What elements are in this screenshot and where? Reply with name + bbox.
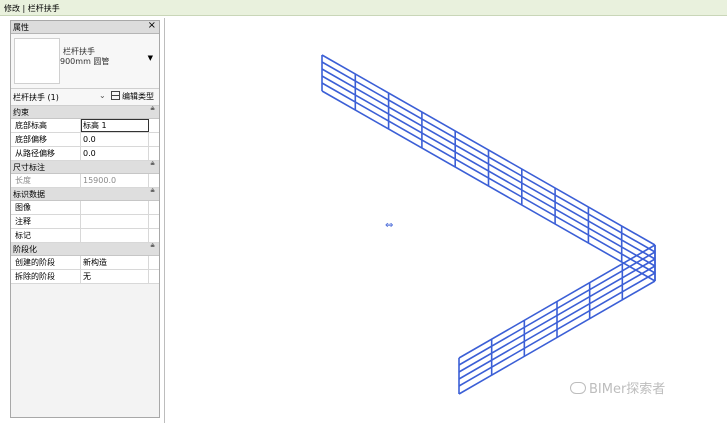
- watermark: BIMer探索者: [570, 378, 665, 397]
- base-level-field[interactable]: 标高 1: [81, 119, 149, 132]
- property-key: 注释: [11, 215, 81, 228]
- group-header-constraints[interactable]: 约束 ≗: [11, 106, 159, 119]
- properties-title: 属性: [13, 23, 29, 32]
- type-name: 900mm 圆管: [60, 57, 110, 66]
- property-row: 底部偏移 0.0: [11, 133, 159, 147]
- image-field[interactable]: [81, 201, 149, 214]
- group-label: 尺寸标注: [13, 163, 45, 172]
- group-label: 阶段化: [13, 245, 37, 254]
- group-header-identity-data[interactable]: 标识数据 ≗: [11, 188, 159, 201]
- collapse-icon[interactable]: ≗: [150, 243, 155, 250]
- group-header-phasing[interactable]: 阶段化 ≗: [11, 243, 159, 256]
- comments-field[interactable]: [81, 215, 149, 228]
- phase-demolished-field[interactable]: 无: [81, 270, 149, 283]
- property-row: 拆除的阶段 无: [11, 270, 159, 284]
- property-key: 底部偏移: [11, 133, 81, 146]
- property-key: 拆除的阶段: [11, 270, 81, 283]
- chevron-down-icon[interactable]: ⌄: [99, 91, 106, 100]
- path-offset-field[interactable]: 0.0: [81, 147, 149, 160]
- group-header-dimensions[interactable]: 尺寸标注 ≗: [11, 161, 159, 174]
- base-offset-field[interactable]: 0.0: [81, 133, 149, 146]
- property-key: 标记: [11, 229, 81, 242]
- property-row: 注释: [11, 215, 159, 229]
- contextual-tab-bar: 修改 | 栏杆扶手: [0, 0, 727, 16]
- properties-panel: 属性 × 栏杆扶手 900mm 圆管 ▼ 栏杆扶手 (1) ⌄ 编辑类型 约束 …: [10, 20, 160, 418]
- property-key: 创建的阶段: [11, 256, 81, 269]
- property-row: 从路径偏移 0.0: [11, 147, 159, 161]
- phase-created-field[interactable]: 新构造: [81, 256, 149, 269]
- type-preview-thumbnail: [14, 38, 60, 84]
- properties-grid: 约束 ≗ 底部标高 标高 1 底部偏移 0.0 从路径偏移 0.0 尺寸标注 ≗…: [11, 106, 159, 284]
- railing-model[interactable]: ⇔: [165, 18, 727, 423]
- watermark-text: BIMer探索者: [589, 382, 666, 397]
- group-label: 约束: [13, 108, 29, 117]
- length-value: 15900.0: [81, 174, 149, 187]
- close-icon[interactable]: ×: [148, 20, 156, 31]
- property-key: 底部标高: [11, 119, 81, 132]
- edit-type-button[interactable]: 编辑类型: [110, 91, 155, 102]
- edit-type-icon: [111, 91, 120, 100]
- properties-header: 属性 ×: [11, 20, 159, 34]
- edit-type-label: 编辑类型: [122, 92, 154, 101]
- drag-handle-icon[interactable]: ⇔: [385, 220, 393, 231]
- instance-filter-row: 栏杆扶手 (1) ⌄ 编辑类型: [11, 89, 159, 106]
- property-row: 图像: [11, 201, 159, 215]
- type-selector[interactable]: 栏杆扶手 900mm 圆管 ▼: [11, 34, 159, 89]
- property-row: 底部标高 标高 1: [11, 119, 159, 133]
- collapse-icon[interactable]: ≗: [150, 188, 155, 195]
- collapse-icon[interactable]: ≗: [150, 161, 155, 168]
- mark-field[interactable]: [81, 229, 149, 242]
- wechat-icon: [570, 382, 586, 394]
- property-row: 创建的阶段 新构造: [11, 256, 159, 270]
- property-key: 长度: [11, 174, 81, 187]
- group-label: 标识数据: [13, 190, 45, 199]
- property-key: 从路径偏移: [11, 147, 81, 160]
- contextual-tab-label: 修改 | 栏杆扶手: [4, 4, 60, 13]
- instance-filter-dropdown[interactable]: 栏杆扶手 (1): [13, 92, 59, 103]
- chevron-down-icon[interactable]: ▼: [148, 54, 153, 62]
- property-row: 长度 15900.0: [11, 174, 159, 188]
- property-row: 标记: [11, 229, 159, 243]
- collapse-icon[interactable]: ≗: [150, 106, 155, 113]
- property-key: 图像: [11, 201, 81, 214]
- 3d-view-canvas[interactable]: ⇔: [164, 18, 727, 423]
